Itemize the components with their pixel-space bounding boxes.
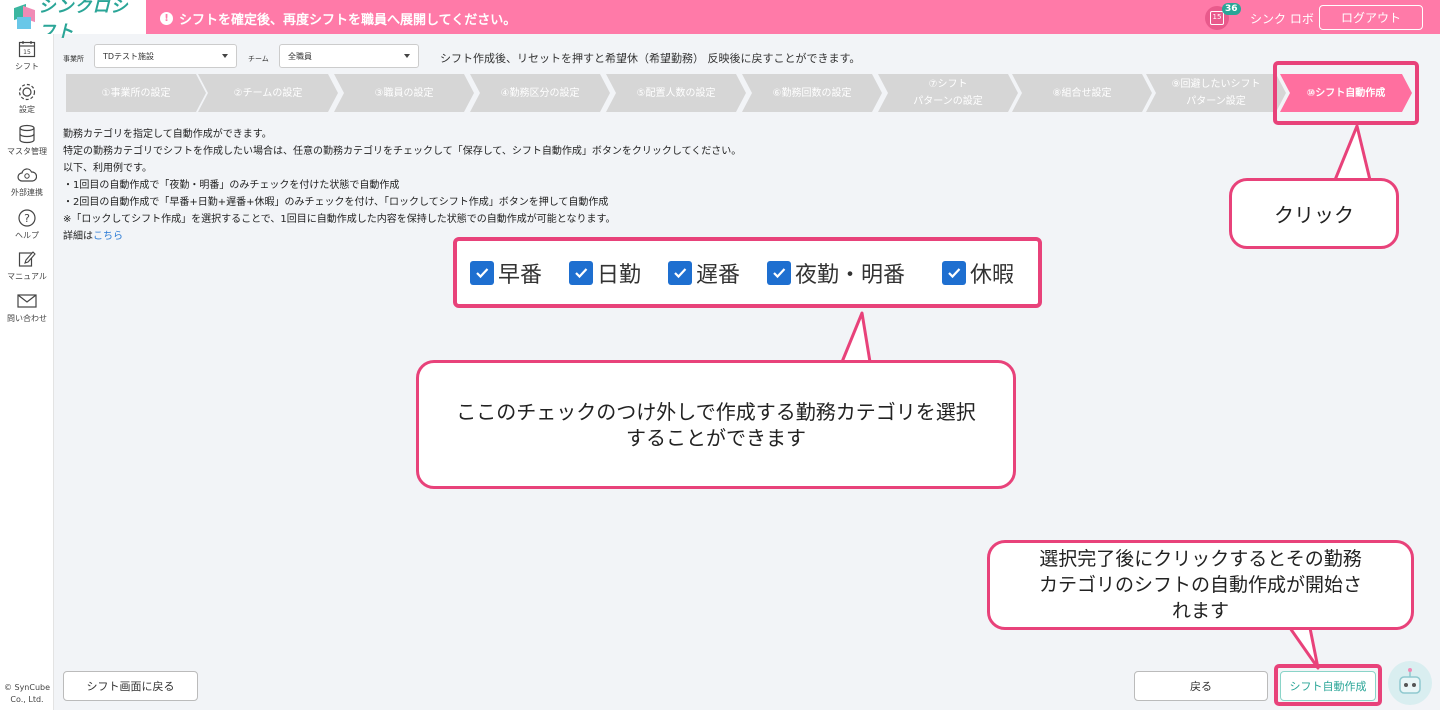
checkbox-late[interactable]: 遅番 <box>668 257 740 289</box>
step-work-class[interactable]: ④勤務区分の設定 <box>470 74 610 112</box>
sidebar-item-master[interactable]: マスタ管理 <box>0 124 54 157</box>
logo-cube-icon <box>12 3 35 30</box>
step-avoid-pattern[interactable]: ⑨回避したいシフト パターン設定 <box>1146 74 1286 112</box>
callout-checkbox-hint: ここのチェックのつけ外しで作成する勤務カテゴリを選択 することができます <box>416 360 1016 489</box>
step-team[interactable]: ②チームの設定 <box>198 74 338 112</box>
checkbox-day[interactable]: 日勤 <box>569 257 641 289</box>
back-button[interactable]: 戻る <box>1134 671 1268 701</box>
check-icon <box>470 261 494 285</box>
logo-text: シンクロシフト <box>38 0 129 42</box>
callout-click: クリック <box>1229 178 1399 249</box>
user-name[interactable]: シンク ロボ <box>1250 10 1314 27</box>
step-shift-pattern[interactable]: ⑦シフト パターンの設定 <box>878 74 1018 112</box>
sidebar-item-shift[interactable]: 15 シフト <box>0 39 54 72</box>
callout-auto-create-hint: 選択完了後にクリックするとその勤務 カテゴリのシフトの自動作成が開始さ れます <box>987 540 1414 630</box>
auto-create-highlight-frame <box>1274 664 1382 706</box>
database-icon <box>17 124 37 144</box>
checkbox-holiday[interactable]: 休暇 <box>942 257 1014 289</box>
notification-badge: 36 <box>1222 3 1241 15</box>
notice-text: シフトを確定後、再度シフトを職員へ展開してください。 <box>179 13 517 28</box>
office-select[interactable]: TDテスト施設 <box>94 44 237 68</box>
step-combination[interactable]: ⑧組合せ設定 <box>1012 74 1152 112</box>
team-label: チーム <box>248 55 269 63</box>
check-icon <box>569 261 593 285</box>
step-work-count[interactable]: ⑥勤務回数の設定 <box>742 74 882 112</box>
copyright: © SynCube Co., Ltd. <box>3 683 51 704</box>
checkbox-night[interactable]: 夜勤・明番 <box>767 257 905 289</box>
check-icon <box>767 261 791 285</box>
notification-calendar[interactable]: 15 36 <box>1205 3 1241 31</box>
step-staff[interactable]: ③職員の設定 <box>334 74 474 112</box>
mail-icon <box>17 291 37 311</box>
sidebar-item-integration[interactable]: 外部連携 <box>0 165 54 198</box>
sidebar-item-manual[interactable]: マニュアル <box>0 249 54 282</box>
calendar-icon: 15 <box>17 39 37 59</box>
notice-banner: ! シフトを確定後、再度シフトを職員へ展開してください。 <box>160 9 516 28</box>
help-icon: ? <box>17 208 37 228</box>
checkbox-early[interactable]: 早番 <box>470 257 542 289</box>
app-logo[interactable]: シンクロシフト <box>0 0 146 42</box>
step-office[interactable]: ①事業所の設定 <box>66 74 206 112</box>
sidebar-item-settings[interactable]: 設定 <box>0 82 54 115</box>
back-to-shift-button[interactable]: シフト画面に戻る <box>63 671 198 701</box>
sidebar-item-help[interactable]: ? ヘルプ <box>0 208 54 241</box>
svg-text:15: 15 <box>23 49 31 56</box>
office-label: 事業所 <box>63 55 84 63</box>
check-icon <box>942 261 966 285</box>
sidebar-item-contact[interactable]: 問い合わせ <box>0 291 54 324</box>
step-staffing[interactable]: ⑤配置人数の設定 <box>606 74 746 112</box>
top-header: シンクロシフト ! シフトを確定後、再度シフトを職員へ展開してください。 15 … <box>0 0 1440 42</box>
alert-icon: ! <box>160 12 173 25</box>
chevron-down-icon <box>404 54 410 58</box>
reset-info-text: シフト作成後、リセットを押すと希望休（希望勤務） 反映後に戻すことができます。 <box>440 52 861 65</box>
check-icon <box>668 261 692 285</box>
cloud-sync-icon <box>17 165 37 185</box>
description: 勤務カテゴリを指定して自動作成ができます。 特定の勤務カテゴリでシフトを作成した… <box>63 129 742 242</box>
robot-avatar[interactable] <box>1388 661 1432 705</box>
team-select[interactable]: 全職員 <box>279 44 419 68</box>
detail-link[interactable]: こちら <box>93 231 123 242</box>
svg-text:?: ? <box>24 212 30 225</box>
gear-icon <box>17 82 37 102</box>
category-checkbox-group: 早番 日勤 遅番 夜勤・明番 休暇 <box>453 237 1042 308</box>
sidebar: 15 シフト 設定 マスタ管理 外部連携 ? ヘルプ マニュアル 問い合わせ ©… <box>0 34 54 710</box>
step-highlight-frame <box>1273 61 1419 125</box>
chevron-down-icon <box>222 54 228 58</box>
edit-icon <box>17 249 37 269</box>
logout-button[interactable]: ログアウト <box>1319 5 1423 30</box>
